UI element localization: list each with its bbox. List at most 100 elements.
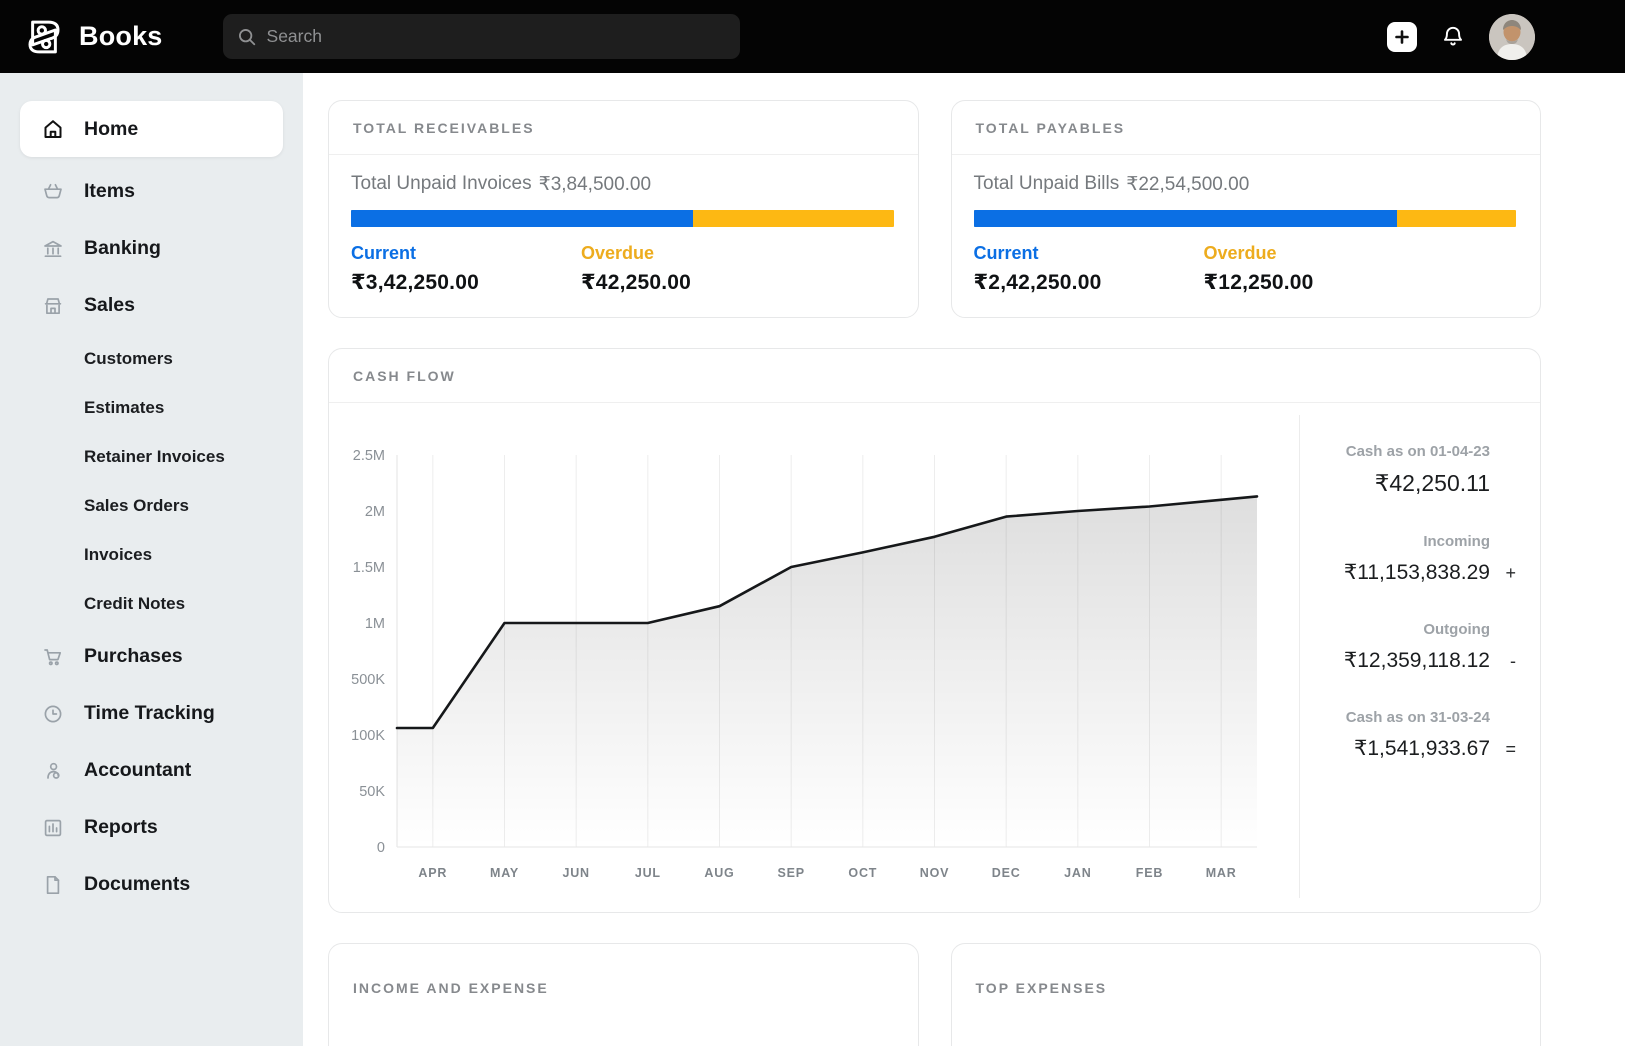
- sidebar-subitem-label: Credit Notes: [84, 594, 185, 614]
- sidebar-subitem-sales-orders[interactable]: Sales Orders: [0, 481, 303, 530]
- sidebar-subitem-invoices[interactable]: Invoices: [0, 530, 303, 579]
- stat-value: ₹11,153,838.29: [1344, 560, 1490, 585]
- bank-icon: [41, 237, 65, 261]
- svg-text:JUN: JUN: [562, 866, 589, 880]
- svg-text:JAN: JAN: [1064, 866, 1091, 880]
- overdue-stat: Overdue ₹42,250.00: [581, 243, 811, 295]
- sidebar-item-accountant[interactable]: Accountant: [0, 742, 303, 799]
- search-input[interactable]: [223, 14, 740, 59]
- sidebar-subitem-label: Estimates: [84, 398, 164, 418]
- sidebar-item-items[interactable]: Items: [0, 163, 303, 220]
- document-icon: [41, 873, 65, 897]
- sidebar-item-label: Banking: [84, 237, 161, 260]
- cashflow-stat-outgoing: Outgoing₹12,359,118.12-: [1320, 621, 1516, 673]
- svg-text:2.5M: 2.5M: [353, 448, 385, 464]
- svg-text:OCT: OCT: [848, 866, 877, 880]
- card-header: TOTAL PAYABLES: [952, 101, 1541, 155]
- sidebar-item-label: Items: [84, 180, 135, 203]
- search-field[interactable]: [267, 26, 726, 47]
- sidebar-subitem-estimates[interactable]: Estimates: [0, 383, 303, 432]
- stat-label: Incoming: [1320, 533, 1516, 550]
- books-logo-icon: [23, 16, 65, 58]
- stat-label: Cash as on 01-04-23: [1320, 443, 1516, 460]
- card-title: TOTAL PAYABLES: [976, 120, 1126, 136]
- svg-text:FEB: FEB: [1136, 866, 1163, 880]
- topbar: Books: [0, 0, 1625, 73]
- sidebar-item-purchases[interactable]: Purchases: [0, 628, 303, 685]
- stat-operator: -: [1490, 651, 1516, 672]
- stat-label: Cash as on 31-03-24: [1320, 709, 1516, 726]
- cash-flow-chart: 2.5M2M1.5M1M500K100K50K0APRMAYJUNJULAUGS…: [349, 415, 1299, 898]
- basket-icon: [41, 180, 65, 204]
- svg-text:50K: 50K: [359, 784, 385, 800]
- bar-chart-icon: [41, 816, 65, 840]
- user-avatar[interactable]: [1489, 14, 1535, 60]
- receivables-progress-bar: [351, 210, 894, 227]
- clock-icon: [41, 702, 65, 726]
- svg-text:MAY: MAY: [490, 866, 519, 880]
- person-icon: [41, 759, 65, 783]
- cashflow-line-chart: 2.5M2M1.5M1M500K100K50K0APRMAYJUNJULAUGS…: [349, 415, 1299, 893]
- sidebar-item-label: Documents: [84, 873, 190, 896]
- sidebar-item-banking[interactable]: Banking: [0, 220, 303, 277]
- notifications-button[interactable]: [1440, 24, 1466, 50]
- svg-text:NOV: NOV: [920, 866, 950, 880]
- total-payables-card: TOTAL PAYABLES Total Unpaid Bills ₹22,54…: [951, 100, 1542, 318]
- svg-text:JUL: JUL: [635, 866, 661, 880]
- current-portion: [974, 210, 1397, 227]
- stat-value: ₹12,359,118.12: [1344, 648, 1490, 673]
- overdue-stat: Overdue ₹12,250.00: [1204, 243, 1434, 295]
- sidebar-subitem-customers[interactable]: Customers: [0, 334, 303, 383]
- card-header: TOP EXPENSES: [952, 944, 1541, 1004]
- sidebar-item-label: Purchases: [84, 645, 183, 668]
- unpaid-summary: Total Unpaid Invoices ₹3,84,500.00: [351, 173, 894, 196]
- sidebar-item-label: Accountant: [84, 759, 191, 782]
- app-name: Books: [79, 21, 163, 52]
- sidebar-subitem-retainer-invoices[interactable]: Retainer Invoices: [0, 432, 303, 481]
- current-stat: Current ₹2,42,250.00: [974, 243, 1204, 295]
- cashflow-stat-cash-as-on-31-03-24: Cash as on 31-03-24 ₹1,541,933.67=: [1320, 709, 1516, 761]
- svg-text:2M: 2M: [365, 504, 385, 520]
- cash-flow-stats: Cash as on 01-04-23₹42,250.11Incoming₹11…: [1299, 415, 1516, 898]
- card-title: TOTAL RECEIVABLES: [353, 120, 535, 136]
- card-title: CASH FLOW: [353, 368, 456, 384]
- sidebar-item-home[interactable]: Home: [20, 101, 283, 157]
- sidebar-item-reports[interactable]: Reports: [0, 799, 303, 856]
- sidebar-subitem-credit-notes[interactable]: Credit Notes: [0, 579, 303, 628]
- current-portion: [351, 210, 693, 227]
- total-receivables-card: TOTAL RECEIVABLES Total Unpaid Invoices …: [328, 100, 919, 318]
- cart-icon: [41, 645, 65, 669]
- cashflow-stat-incoming: Incoming ₹11,153,838.29+: [1320, 533, 1516, 585]
- sidebar-item-label: Sales: [84, 294, 135, 317]
- cash-flow-card: CASH FLOW 2.5M2M1.5M1M500K100K50K0APRMAY…: [328, 348, 1541, 913]
- svg-text:SEP: SEP: [777, 866, 804, 880]
- svg-text:APR: APR: [418, 866, 447, 880]
- top-expenses-card: TOP EXPENSES: [951, 943, 1542, 1046]
- sidebar-subitem-label: Invoices: [84, 545, 152, 565]
- stat-operator: +: [1490, 563, 1516, 584]
- sidebar-item-label: Time Tracking: [84, 702, 215, 725]
- dashboard: TOTAL RECEIVABLES Total Unpaid Invoices …: [303, 73, 1625, 1046]
- stat-operator: =: [1490, 739, 1516, 760]
- plus-icon: [1394, 29, 1410, 45]
- sidebar-item-time-tracking[interactable]: Time Tracking: [0, 685, 303, 742]
- sidebar-item-label: Reports: [84, 816, 158, 839]
- svg-text:MAR: MAR: [1206, 866, 1237, 880]
- unpaid-summary: Total Unpaid Bills ₹22,54,500.00: [974, 173, 1517, 196]
- sidebar-item-label: Home: [84, 118, 138, 141]
- quick-create-button[interactable]: [1387, 22, 1417, 52]
- stat-value: ₹1,541,933.67: [1354, 736, 1490, 761]
- svg-text:0: 0: [377, 840, 385, 856]
- card-title: INCOME AND EXPENSE: [353, 980, 549, 996]
- svg-text:500K: 500K: [351, 672, 385, 688]
- card-header: CASH FLOW: [329, 349, 1540, 403]
- app-brand[interactable]: Books: [23, 16, 163, 58]
- store-icon: [41, 294, 65, 318]
- sidebar-item-documents[interactable]: Documents: [0, 856, 303, 913]
- svg-text:DEC: DEC: [992, 866, 1021, 880]
- search-icon: [237, 27, 257, 47]
- svg-text:1M: 1M: [365, 616, 385, 632]
- current-stat: Current ₹3,42,250.00: [351, 243, 581, 295]
- income-expense-card: INCOME AND EXPENSE: [328, 943, 919, 1046]
- sidebar-item-sales[interactable]: Sales: [0, 277, 303, 334]
